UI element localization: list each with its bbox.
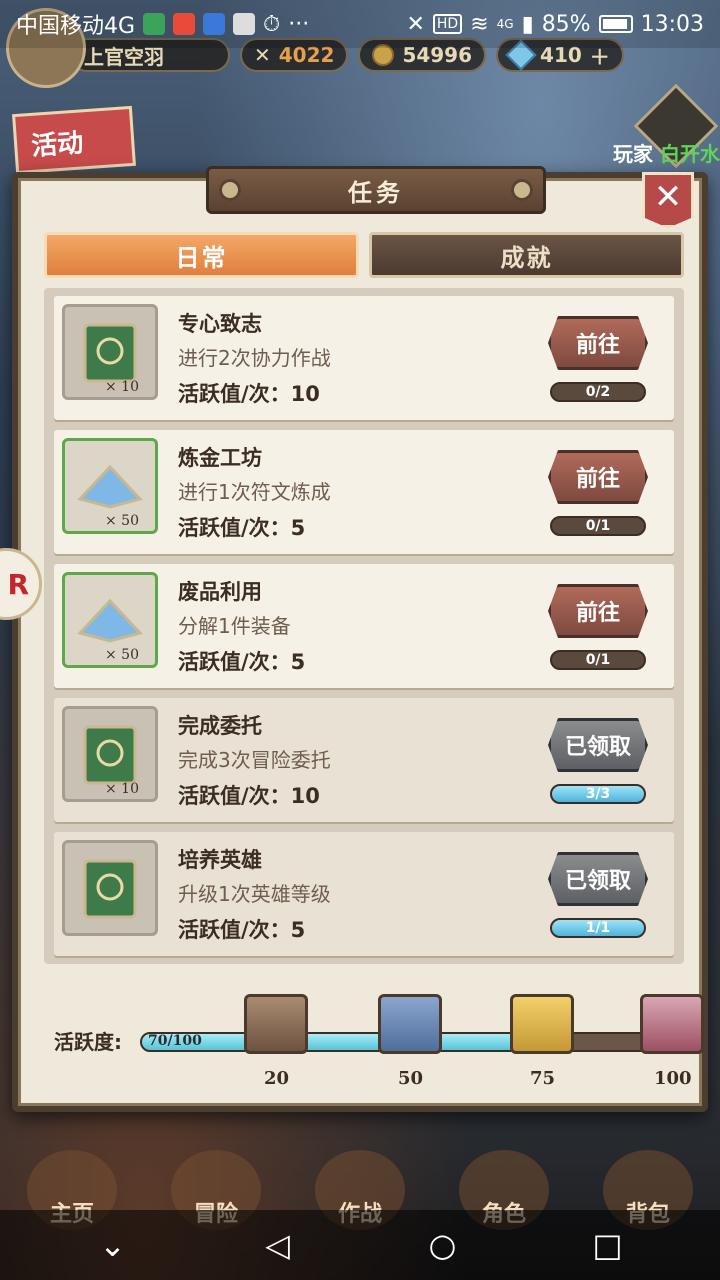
- go-button[interactable]: 前往: [548, 316, 648, 370]
- quest-title: 完成委托: [178, 714, 262, 738]
- quest-desc: 升级1次英雄等级: [178, 882, 331, 906]
- tab-daily[interactable]: 日常: [44, 232, 359, 278]
- battery-icon: [598, 15, 633, 33]
- app-notification-icon: [143, 13, 166, 35]
- reward-item[interactable]: [62, 840, 158, 936]
- wifi-icon: ≋: [470, 11, 489, 37]
- quest-title: 炼金工坊: [178, 446, 262, 470]
- quest-activity: 活跃值/次：5: [178, 918, 306, 942]
- quest-title: 培养英雄: [178, 848, 262, 872]
- crystal-sand-icon: [77, 464, 143, 509]
- quest-desc: 进行1次符文炼成: [178, 480, 331, 504]
- quest-desc: 分解1件装备: [178, 614, 291, 638]
- battery-percent: 85%: [541, 11, 591, 37]
- green-book-icon: [83, 859, 137, 919]
- milestone-value: 75: [530, 1068, 556, 1089]
- green-book-icon: [83, 323, 137, 383]
- hd-icon: HD: [432, 14, 463, 34]
- video-app-icon: [173, 13, 196, 35]
- quest-desc: 进行2次协力作战: [178, 346, 331, 370]
- quest-progress-text: 0/2: [585, 384, 611, 400]
- milestone-value: 50: [398, 1068, 424, 1089]
- quest-title: 专心致志: [178, 312, 262, 336]
- baidu-icon: [203, 13, 226, 35]
- modal-header: 任务: [206, 166, 546, 214]
- reward-item[interactable]: × 50: [62, 438, 158, 534]
- purple-chest-icon[interactable]: [640, 994, 704, 1054]
- close-icon: ✕: [653, 177, 683, 217]
- home-icon[interactable]: ○: [413, 1215, 473, 1275]
- go-button[interactable]: 前往: [548, 450, 648, 504]
- activity-progress: 活跃度: 70/100 20 50 75 100: [44, 984, 704, 1094]
- signal-label: 4G: [496, 17, 514, 31]
- silver-chest-icon[interactable]: [378, 994, 442, 1054]
- mute-icon: ✕: [406, 11, 425, 37]
- broadcast-highlight: 白开水: [660, 142, 720, 166]
- milestone-value: 20: [264, 1068, 290, 1089]
- back-icon[interactable]: ◁: [248, 1215, 308, 1275]
- quest-progress-text: 1/1: [585, 920, 611, 936]
- activity-value: 70/100: [148, 1033, 202, 1049]
- claimed-button[interactable]: 已领取: [548, 852, 648, 906]
- status-bar: 中国移动4G ⏱ ··· ✕ HD ≋ 4G ▮ 85% 13:03: [0, 0, 720, 48]
- green-book-icon: [83, 725, 137, 785]
- claimed-button[interactable]: 已领取: [548, 718, 648, 772]
- quest-progress: 0/1: [550, 516, 646, 536]
- gold-chest-icon[interactable]: [510, 994, 574, 1054]
- reward-item[interactable]: × 10: [62, 304, 158, 400]
- task-tabs: 日常 成就: [44, 232, 684, 282]
- milestone-value: 100: [654, 1068, 692, 1089]
- lock-icon: [233, 13, 256, 35]
- close-button[interactable]: ✕: [642, 172, 694, 228]
- recents-icon[interactable]: □: [578, 1215, 638, 1275]
- bolt-icon: [219, 179, 241, 201]
- quest-activity: 活跃值/次：10: [178, 382, 320, 406]
- quest-progress-text: 3/3: [585, 786, 611, 802]
- quest-row: × 50 炼金工坊 进行1次符文炼成 活跃值/次：5 前往 0/1: [54, 430, 674, 554]
- crystal-sand-icon: [77, 598, 143, 643]
- status-left: 中国移动4G ⏱ ···: [16, 8, 309, 40]
- reward-qty: × 50: [105, 647, 139, 663]
- wood-chest-icon[interactable]: [244, 994, 308, 1054]
- signal-icon: ▮: [521, 11, 534, 37]
- status-right: ✕ HD ≋ 4G ▮ 85% 13:03: [406, 12, 704, 37]
- task-modal: 任务 ✕ 日常 成就 × 10 专心致志 进行2次协力作战 活跃值/次：10 前…: [12, 166, 708, 1112]
- quest-progress: 0/1: [550, 650, 646, 670]
- reward-item[interactable]: × 50: [62, 572, 158, 668]
- quest-title: 废品利用: [178, 580, 262, 604]
- quest-activity: 活跃值/次：5: [178, 516, 306, 540]
- quest-row: × 50 废品利用 分解1件装备 活跃值/次：5 前往 0/1: [54, 564, 674, 688]
- stopwatch-icon: ⏱: [263, 11, 281, 37]
- quest-row: × 10 完成委托 完成3次冒险委托 活跃值/次：10 已领取 3/3: [54, 698, 674, 822]
- quest-list[interactable]: × 10 专心致志 进行2次协力作战 活跃值/次：10 前往 0/2 × 50 …: [44, 288, 684, 964]
- player-broadcast: 玩家 白开水: [613, 138, 720, 167]
- broadcast-prefix: 玩家: [613, 142, 654, 166]
- bolt-icon: [511, 179, 533, 201]
- go-button[interactable]: 前往: [548, 584, 648, 638]
- quest-progress: 0/2: [550, 382, 646, 402]
- carrier-label: 中国移动4G: [16, 14, 136, 39]
- tab-achievements[interactable]: 成就: [369, 232, 684, 278]
- chevron-down-icon[interactable]: ⌄: [83, 1215, 143, 1275]
- quest-progress: 3/3: [550, 784, 646, 804]
- quest-progress: 1/1: [550, 918, 646, 938]
- event-button[interactable]: 活动: [12, 105, 136, 175]
- quest-desc: 完成3次冒险委托: [178, 748, 331, 772]
- clock: 13:03: [640, 11, 704, 37]
- reward-qty: × 10: [105, 781, 139, 797]
- quest-progress-text: 0/1: [585, 518, 611, 534]
- more-icon: ···: [288, 11, 310, 37]
- quest-activity: 活跃值/次：10: [178, 784, 320, 808]
- quest-row: × 10 专心致志 进行2次协力作战 活跃值/次：10 前往 0/2: [54, 296, 674, 420]
- quest-activity: 活跃值/次：5: [178, 650, 306, 674]
- reward-qty: × 50: [105, 513, 139, 529]
- reward-item[interactable]: × 10: [62, 706, 158, 802]
- quest-progress-text: 0/1: [585, 652, 611, 668]
- activity-label: 活跃度:: [54, 1030, 122, 1054]
- system-nav-bar: ⌄ ◁ ○ □: [0, 1210, 720, 1280]
- quest-row: 培养英雄 升级1次英雄等级 活跃值/次：5 已领取 1/1: [54, 832, 674, 956]
- modal-title: 任务: [348, 178, 404, 207]
- reward-qty: × 10: [105, 379, 139, 395]
